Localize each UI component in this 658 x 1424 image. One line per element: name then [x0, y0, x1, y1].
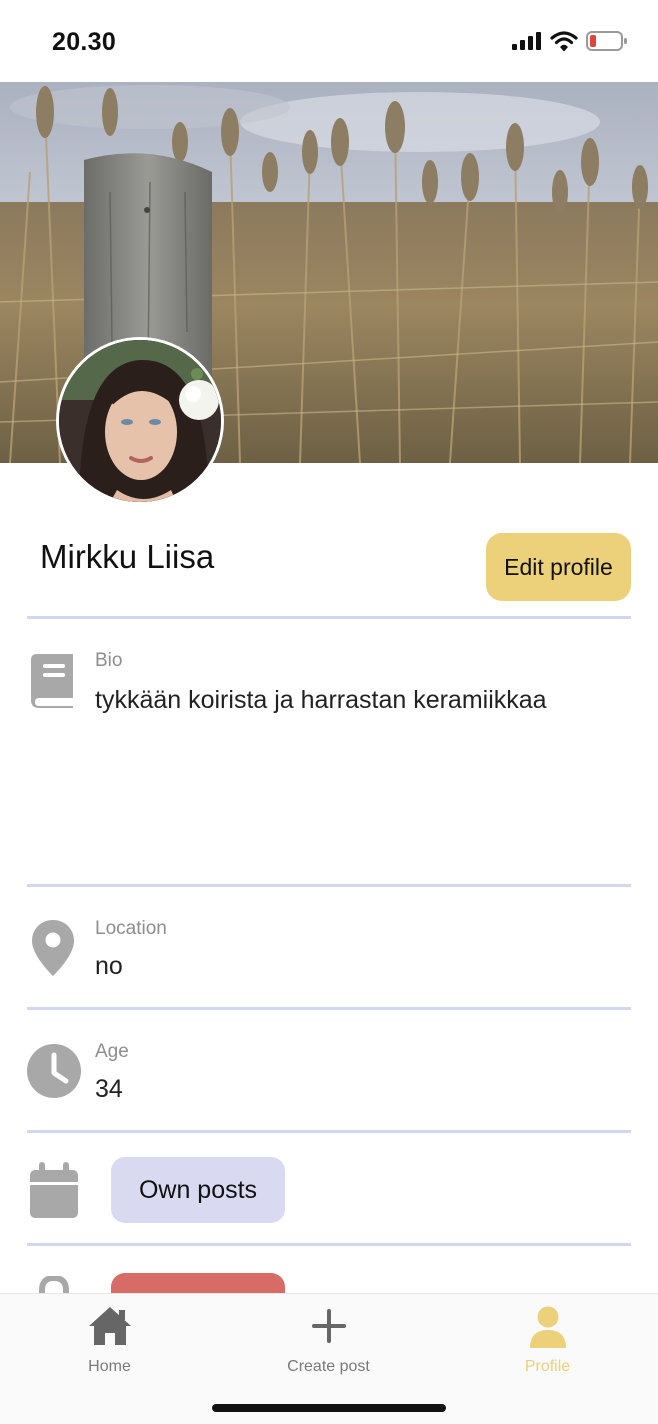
nav-create-post[interactable]: Create post	[219, 1294, 438, 1394]
battery-low-icon	[586, 30, 628, 57]
status-bar: 20.30	[0, 0, 658, 82]
profile-name: Mirkku Liisa	[40, 538, 215, 575]
location-value: no	[95, 952, 123, 980]
map-pin-icon	[32, 920, 74, 981]
location-label: Location	[95, 918, 167, 939]
user-icon	[528, 1306, 568, 1355]
home-icon	[88, 1306, 132, 1351]
age-value: 34	[95, 1075, 123, 1103]
edit-profile-button[interactable]: Edit profile	[486, 533, 631, 601]
cellular-signal-icon	[512, 31, 542, 56]
own-posts-button[interactable]: Own posts	[111, 1157, 285, 1223]
divider	[27, 1130, 631, 1133]
divider	[27, 616, 631, 619]
bio-value: tykkään koirista ja harrastan keramiikka…	[95, 686, 547, 714]
nav-profile-label: Profile	[524, 1358, 571, 1375]
clock-icon	[26, 1043, 82, 1104]
age-label: Age	[95, 1041, 129, 1062]
avatar[interactable]	[56, 337, 224, 505]
home-indicator	[212, 1404, 446, 1412]
plus-icon	[309, 1306, 349, 1351]
nav-profile[interactable]: Profile	[438, 1294, 657, 1394]
divider	[27, 1007, 631, 1010]
nav-create-post-label: Create post	[287, 1358, 370, 1375]
divider	[27, 884, 631, 887]
wifi-icon	[550, 30, 578, 57]
status-icons	[512, 30, 628, 57]
calendar-icon	[30, 1162, 78, 1223]
nav-home[interactable]: Home	[0, 1294, 219, 1394]
nav-home-label: Home	[88, 1358, 131, 1375]
divider	[27, 1243, 631, 1246]
bio-label: Bio	[95, 650, 123, 671]
status-time: 20.30	[52, 28, 117, 56]
book-icon	[29, 652, 77, 713]
